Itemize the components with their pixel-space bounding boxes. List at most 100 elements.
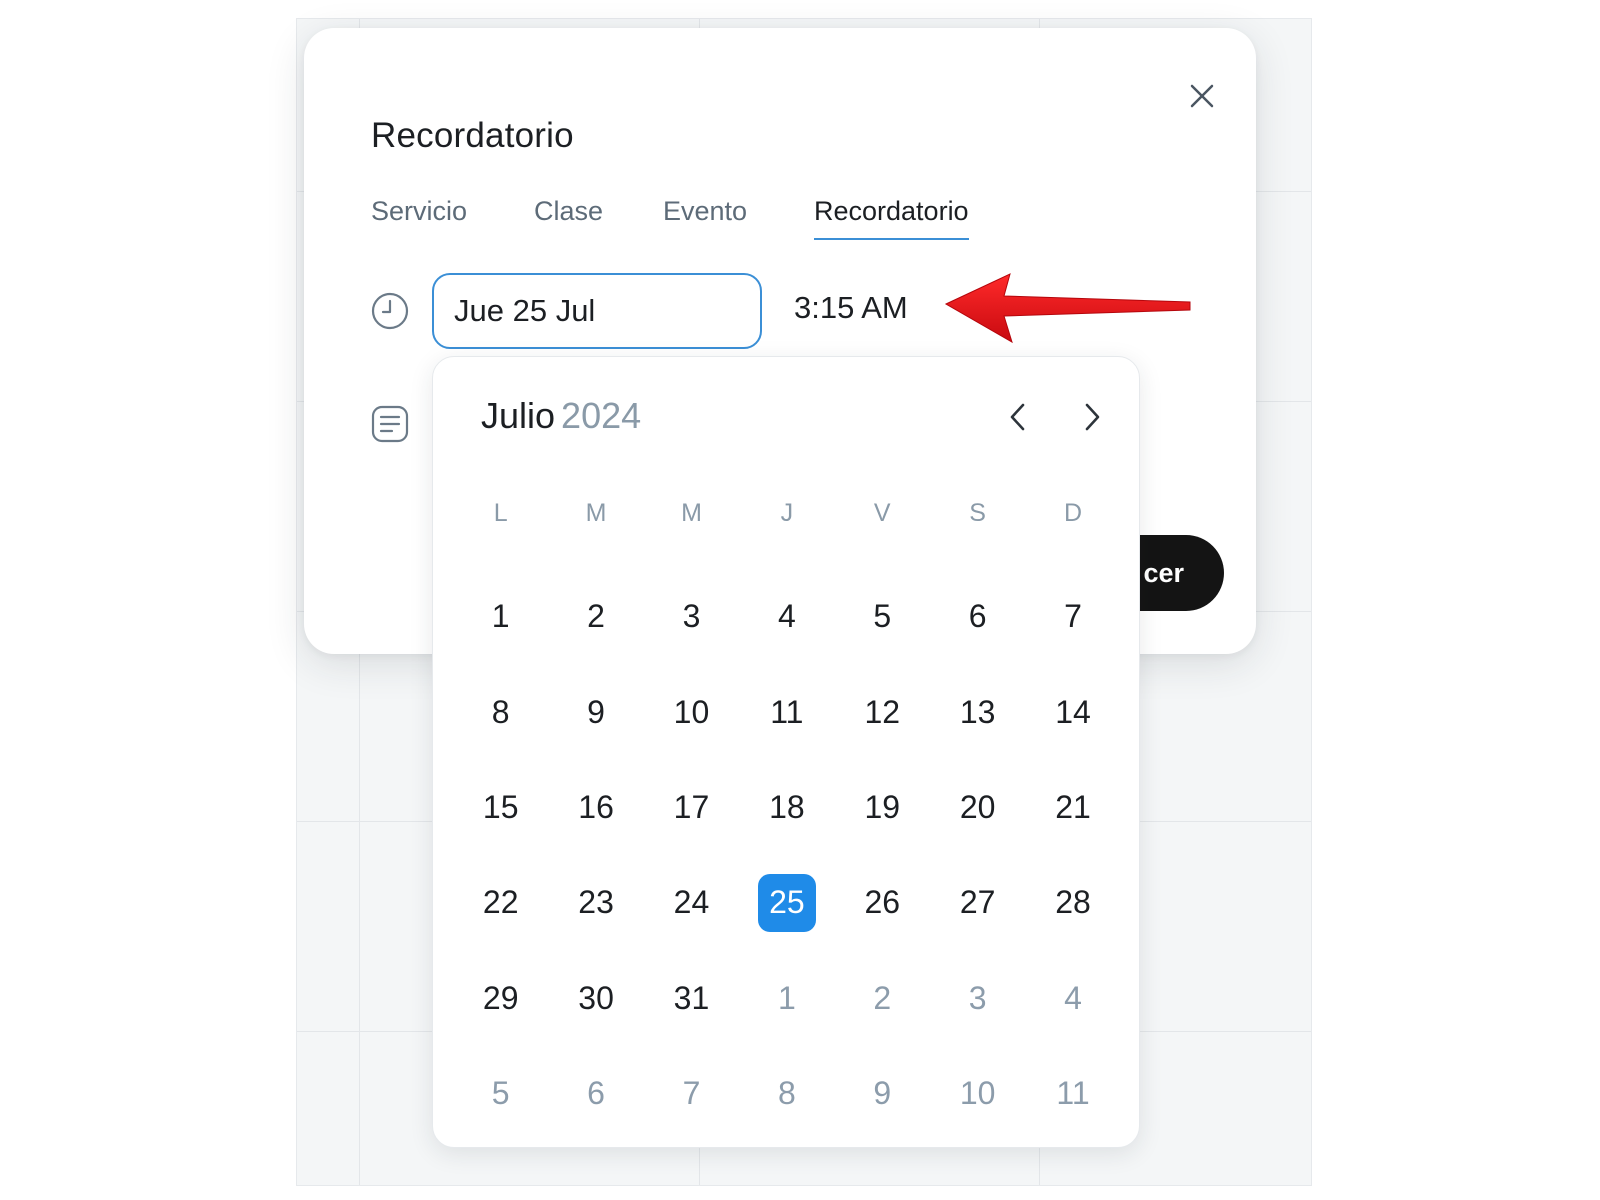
notes-icon (371, 405, 409, 443)
day-cell[interactable]: 23 (548, 855, 643, 950)
day-number: 29 (482, 979, 519, 1016)
day-number: 19 (864, 788, 901, 825)
day-number: 28 (1055, 884, 1091, 921)
day-cell[interactable]: 17 (644, 760, 739, 855)
day-number: 6 (968, 598, 987, 635)
day-number: 10 (673, 693, 710, 730)
chevron-left-icon (1010, 403, 1025, 431)
day-cell[interactable]: 8 (453, 664, 548, 759)
day-number: 5 (491, 1075, 510, 1112)
day-cell-outside-month[interactable]: 7 (644, 1046, 739, 1141)
time-field[interactable]: 3:15 AM (794, 290, 908, 326)
day-number: 3 (968, 979, 987, 1016)
tab-servicio[interactable]: Servicio (371, 196, 467, 227)
day-cell-outside-month[interactable]: 4 (1025, 951, 1120, 1046)
day-cell[interactable]: 29 (453, 951, 548, 1046)
tab-recordatorio[interactable]: Recordatorio (814, 196, 969, 240)
modal-title: Recordatorio (371, 116, 574, 155)
day-number: 22 (482, 884, 519, 921)
day-cell[interactable]: 1 (453, 569, 548, 664)
day-grid: 1 2 3 4 5 6 7 8 9 10 11 12 13 14 15 16 17 18 19 20 21 22 23 24 2… (453, 569, 1121, 1141)
date-picker-popup: Julio 2024 LMMJVSD 1 2 3 4 5 6 7 8 9 10 11 12 13 14 15 1… (432, 356, 1140, 1148)
day-cell[interactable]: 7 (1025, 569, 1120, 664)
day-number: 2 (873, 979, 892, 1016)
day-number: 17 (673, 788, 710, 825)
day-cell[interactable]: 27 (930, 855, 1025, 950)
day-cell-outside-month[interactable]: 6 (548, 1046, 643, 1141)
day-cell[interactable]: 28 (1025, 855, 1120, 950)
day-number: 25 (757, 873, 816, 932)
day-cell[interactable]: 15 (453, 760, 548, 855)
day-cell[interactable]: 24 (644, 855, 739, 950)
tab-evento[interactable]: Evento (663, 196, 747, 227)
close-icon (1190, 84, 1214, 108)
day-cell[interactable]: 3 (644, 569, 739, 664)
day-cell-outside-month[interactable]: 9 (835, 1046, 930, 1141)
day-cell[interactable]: 6 (930, 569, 1025, 664)
prev-month-button[interactable] (996, 395, 1040, 439)
day-number: 7 (1064, 598, 1082, 635)
day-number: 2 (587, 598, 605, 635)
day-cell-selected[interactable]: 25 (739, 855, 834, 950)
day-cell-outside-month[interactable]: 1 (739, 951, 834, 1046)
weekday-label: D (1064, 499, 1083, 527)
day-cell[interactable]: 14 (1025, 664, 1120, 759)
next-month-button[interactable] (1070, 395, 1114, 439)
day-cell[interactable]: 30 (548, 951, 643, 1046)
day-number: 13 (959, 693, 996, 730)
day-cell[interactable]: 12 (835, 664, 930, 759)
day-cell[interactable]: 10 (644, 664, 739, 759)
day-cell[interactable]: 26 (835, 855, 930, 950)
day-cell[interactable]: 2 (548, 569, 643, 664)
day-cell[interactable]: 20 (930, 760, 1025, 855)
day-number: 12 (864, 693, 901, 730)
weekday-label: S (969, 499, 986, 527)
submit-button-label: cer (1143, 557, 1184, 588)
date-input[interactable]: Jue 25 Jul (432, 273, 762, 349)
day-number: 21 (1055, 788, 1091, 825)
day-cell[interactable]: 18 (739, 760, 834, 855)
day-cell[interactable]: 21 (1025, 760, 1120, 855)
day-cell[interactable]: 19 (835, 760, 930, 855)
day-number: 24 (673, 884, 710, 921)
day-number: 10 (959, 1075, 996, 1112)
weekday-label: J (780, 499, 794, 527)
day-cell[interactable]: 11 (739, 664, 834, 759)
weekday-label: V (873, 499, 891, 527)
day-cell[interactable]: 9 (548, 664, 643, 759)
day-number: 9 (873, 1075, 892, 1112)
day-cell[interactable]: 31 (644, 951, 739, 1046)
active-tab-underline (814, 238, 969, 240)
day-cell[interactable]: 13 (930, 664, 1025, 759)
day-number: 7 (682, 1075, 701, 1112)
calendar-month-year: Julio 2024 (481, 395, 641, 437)
day-number: 8 (777, 1075, 796, 1112)
day-number: 1 (491, 598, 510, 635)
day-number: 31 (673, 979, 710, 1016)
close-button[interactable] (1174, 68, 1230, 124)
day-number: 20 (959, 788, 996, 825)
day-cell-outside-month[interactable]: 3 (930, 951, 1025, 1046)
day-cell[interactable]: 16 (548, 760, 643, 855)
day-number: 27 (959, 884, 996, 921)
day-number: 8 (491, 693, 510, 730)
day-number: 30 (578, 979, 614, 1016)
tab-clase[interactable]: Clase (534, 196, 603, 227)
clock-icon (371, 292, 409, 330)
day-cell-outside-month[interactable]: 5 (453, 1046, 548, 1141)
day-cell-outside-month[interactable]: 2 (835, 951, 930, 1046)
day-number: 14 (1055, 693, 1091, 730)
day-cell[interactable]: 5 (835, 569, 930, 664)
day-cell[interactable]: 22 (453, 855, 548, 950)
day-number: 15 (482, 788, 519, 825)
day-cell[interactable]: 4 (739, 569, 834, 664)
day-cell-outside-month[interactable]: 8 (739, 1046, 834, 1141)
day-cell-outside-month[interactable]: 10 (930, 1046, 1025, 1141)
day-number: 11 (770, 693, 804, 730)
day-number: 26 (864, 884, 901, 921)
day-number: 4 (1064, 979, 1082, 1016)
day-number: 1 (777, 979, 796, 1016)
day-number: 5 (873, 598, 892, 635)
day-number: 3 (682, 598, 701, 635)
day-cell-outside-month[interactable]: 11 (1025, 1046, 1120, 1141)
